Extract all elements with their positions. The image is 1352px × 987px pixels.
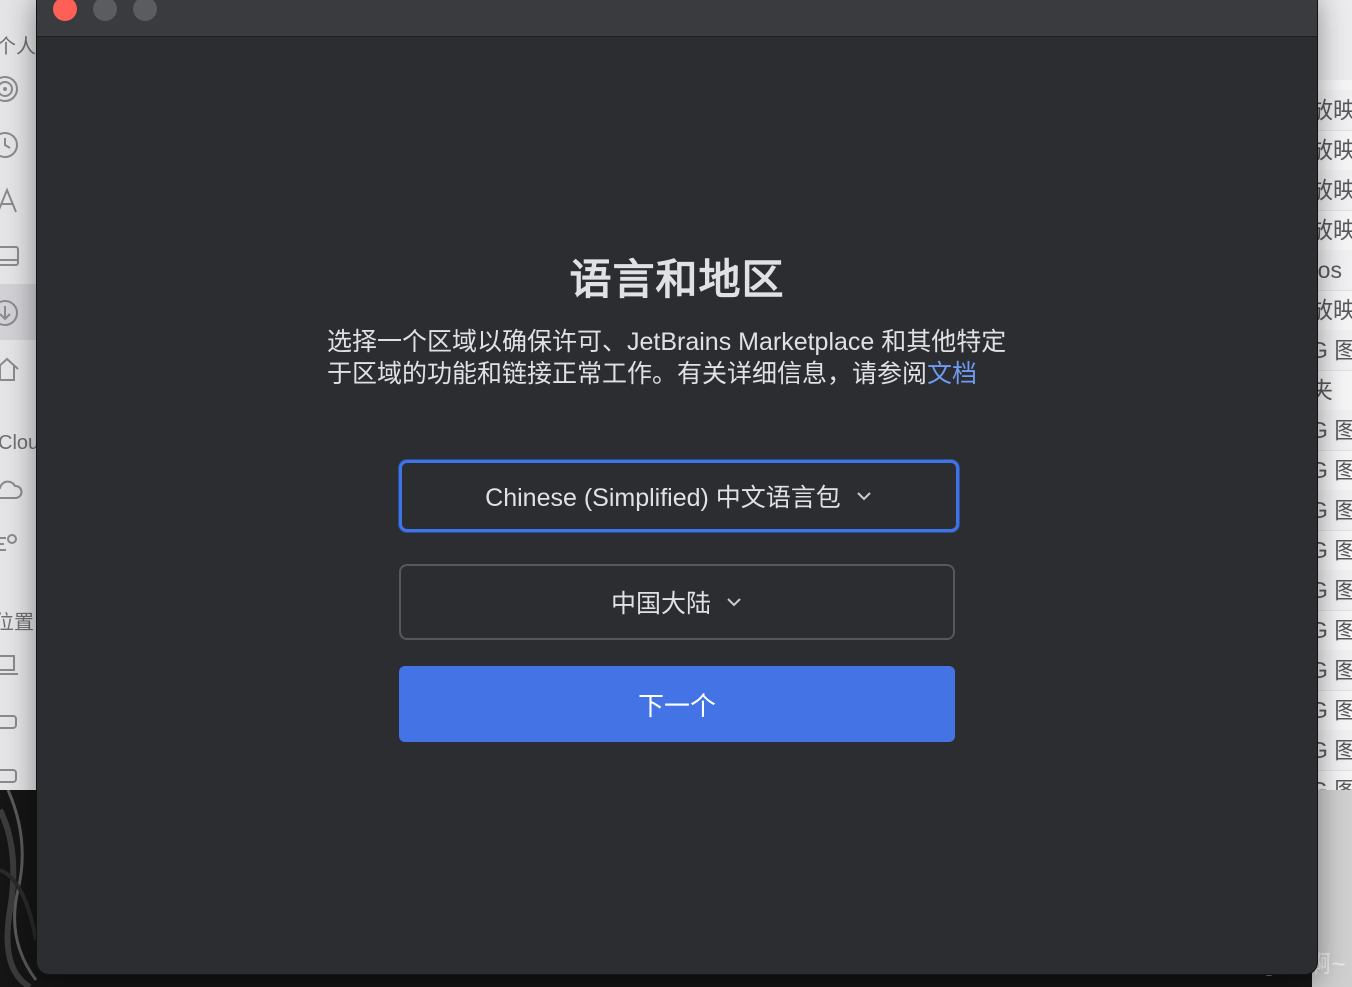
documentation-link[interactable]: 文档 [927, 360, 977, 388]
file-list-header [1316, 0, 1352, 80]
file-list-item[interactable]: G 图 [1316, 770, 1352, 790]
file-list-item[interactable]: G 图 [1316, 730, 1352, 771]
file-list-item[interactable]: G 图 [1316, 410, 1352, 451]
disk-icon [0, 769, 17, 783]
file-list-item[interactable]: G 图 [1316, 330, 1352, 371]
next-button[interactable]: 下一个 [399, 666, 955, 742]
desktop-icon [0, 246, 19, 266]
language-region-dialog: 语言和地区 选择一个区域以确保许可、JetBrains Marketplace … [37, 0, 1317, 974]
sidebar-section-label: 位置 [0, 612, 34, 634]
file-list-item[interactable]: G 图 [1316, 570, 1352, 611]
laptop-icon [0, 655, 18, 675]
file-list-item[interactable]: 夹 [1316, 370, 1352, 411]
file-list-item[interactable]: G 图 [1316, 530, 1352, 571]
download-icon [0, 300, 18, 326]
airdrop-icon [0, 76, 18, 102]
file-list-item[interactable]: G 图 [1316, 450, 1352, 491]
dialog-content: 语言和地区 选择一个区域以确保许可、JetBrains Marketplace … [37, 36, 1317, 974]
cloud-icon [0, 480, 23, 499]
background-file-list: 放映放映放映放映ros放映G 图夹G 图G 图G 图G 图G 图G 图G 图G … [1316, 0, 1352, 790]
language-select-value: Chinese (Simplified) 中文语言包 [485, 484, 841, 512]
recents-icon [0, 132, 18, 158]
background-finder-sidebar: 个人 Clou 位置 [0, 0, 40, 790]
file-list-item[interactable]: 放映 [1316, 290, 1352, 331]
sidebar-section-label: Clou [0, 432, 40, 454]
applications-icon [0, 187, 17, 213]
file-list-item[interactable]: 放映 [1316, 210, 1352, 251]
dialog-title: 语言和地区 [569, 256, 785, 303]
home-icon [0, 357, 19, 381]
disk-icon [0, 715, 17, 729]
file-list-item[interactable]: 放映 [1316, 170, 1352, 211]
file-list-item[interactable]: G 图 [1316, 610, 1352, 651]
window-titlebar [37, 0, 1317, 37]
file-list-item[interactable]: G 图 [1316, 690, 1352, 731]
close-window-button[interactable] [53, 0, 77, 21]
chevron-down-icon [727, 598, 741, 607]
region-select-value: 中国大陆 [610, 590, 711, 618]
region-select[interactable]: 中国大陆 [399, 564, 955, 640]
file-list-item[interactable]: ros [1316, 250, 1352, 291]
shared-folder-icon [0, 534, 17, 551]
dialog-description: 选择一个区域以确保许可、JetBrains Marketplace 和其他特定于… [327, 326, 1027, 390]
file-list-item[interactable]: G 图 [1316, 650, 1352, 691]
language-select[interactable]: Chinese (Simplified) 中文语言包 [399, 460, 959, 532]
minimize-window-button[interactable] [93, 0, 117, 21]
sidebar-section-label: 个人 [0, 36, 36, 58]
file-list-item[interactable]: 放映 [1316, 90, 1352, 131]
chevron-down-icon [857, 492, 871, 501]
file-list-item[interactable]: G 图 [1316, 490, 1352, 531]
file-list-item[interactable]: 放映 [1316, 130, 1352, 171]
zoom-window-button[interactable] [133, 0, 157, 21]
description-text: 选择一个区域以确保许可、JetBrains Marketplace 和其他特定于… [327, 328, 1007, 388]
